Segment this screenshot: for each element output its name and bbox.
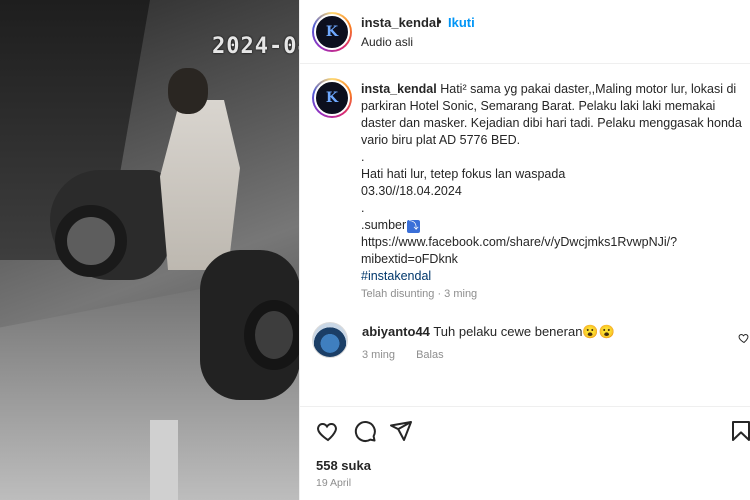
motorbike-left-wheel [55,205,127,277]
bookmark-icon[interactable] [729,419,750,443]
cctv-timestamp: 2024-04 [212,34,299,59]
caption-author-avatar[interactable]: K [312,78,352,118]
header-separator: • [437,14,442,29]
caption-avatar-logo: K [314,80,350,116]
parking-pole [150,420,178,500]
author-avatar[interactable]: K [312,12,352,52]
motorbike-right-wheel [244,300,299,370]
comment-time: 3 ming [362,349,396,361]
commenter-avatar[interactable] [312,322,348,358]
caption-username[interactable]: insta_kendal [361,82,437,96]
author-avatar-logo: K [314,14,350,50]
comment-icon[interactable] [353,419,377,443]
likes-count[interactable]: 558 suka [316,458,371,473]
share-icon[interactable] [389,419,413,443]
heart-icon[interactable] [316,419,340,443]
comment-meta: 3 ming Balas [362,349,444,361]
post-video[interactable]: 2024-04 [0,0,299,500]
caption-hashtag[interactable]: #instakendal [361,268,750,285]
audio-label[interactable]: Audio asli [361,35,413,49]
post-actions: 558 suka 19 April [300,406,750,500]
arrow-down-icon: ⤵ [407,220,421,233]
post-side-panel: K insta_kendal • Ikuti Audio asli K inst… [299,0,750,500]
post-date: 19 April [316,477,352,489]
caption-line-warning: Hati hati lur, tetep fokus lan waspada [361,167,566,181]
follow-button[interactable]: Ikuti [448,15,475,30]
suspect-figure [160,100,240,270]
post-header: K insta_kendal • Ikuti Audio asli [300,0,750,64]
comment-heart-icon[interactable] [738,332,750,344]
caption-dot-2: . [361,201,365,215]
comment-text: Tuh pelaku cewe beneran😮😮 [433,324,615,339]
reply-button[interactable]: Balas [416,349,444,361]
comment-body: abiyanto44 Tuh pelaku cewe beneran😮😮 [362,324,615,340]
suspect-head [168,68,208,114]
caption-source-label: .sumber [361,218,407,232]
caption-line-datetime: 03.30//18.04.2024 [361,184,462,198]
author-username[interactable]: insta_kendal [361,15,440,30]
caption-dot: . [361,150,365,164]
comment-item: abiyanto44 Tuh pelaku cewe beneran😮😮 3 m… [312,320,749,370]
caption-source-link[interactable]: https://www.facebook.com/share/v/yDwcjmk… [361,234,750,268]
caption-text: insta_kendal Hati² sama yg pakai daster,… [361,81,750,285]
caption-edited-time: Telah disunting · 3 ming [361,288,478,300]
commenter-username[interactable]: abiyanto44 [362,324,430,339]
